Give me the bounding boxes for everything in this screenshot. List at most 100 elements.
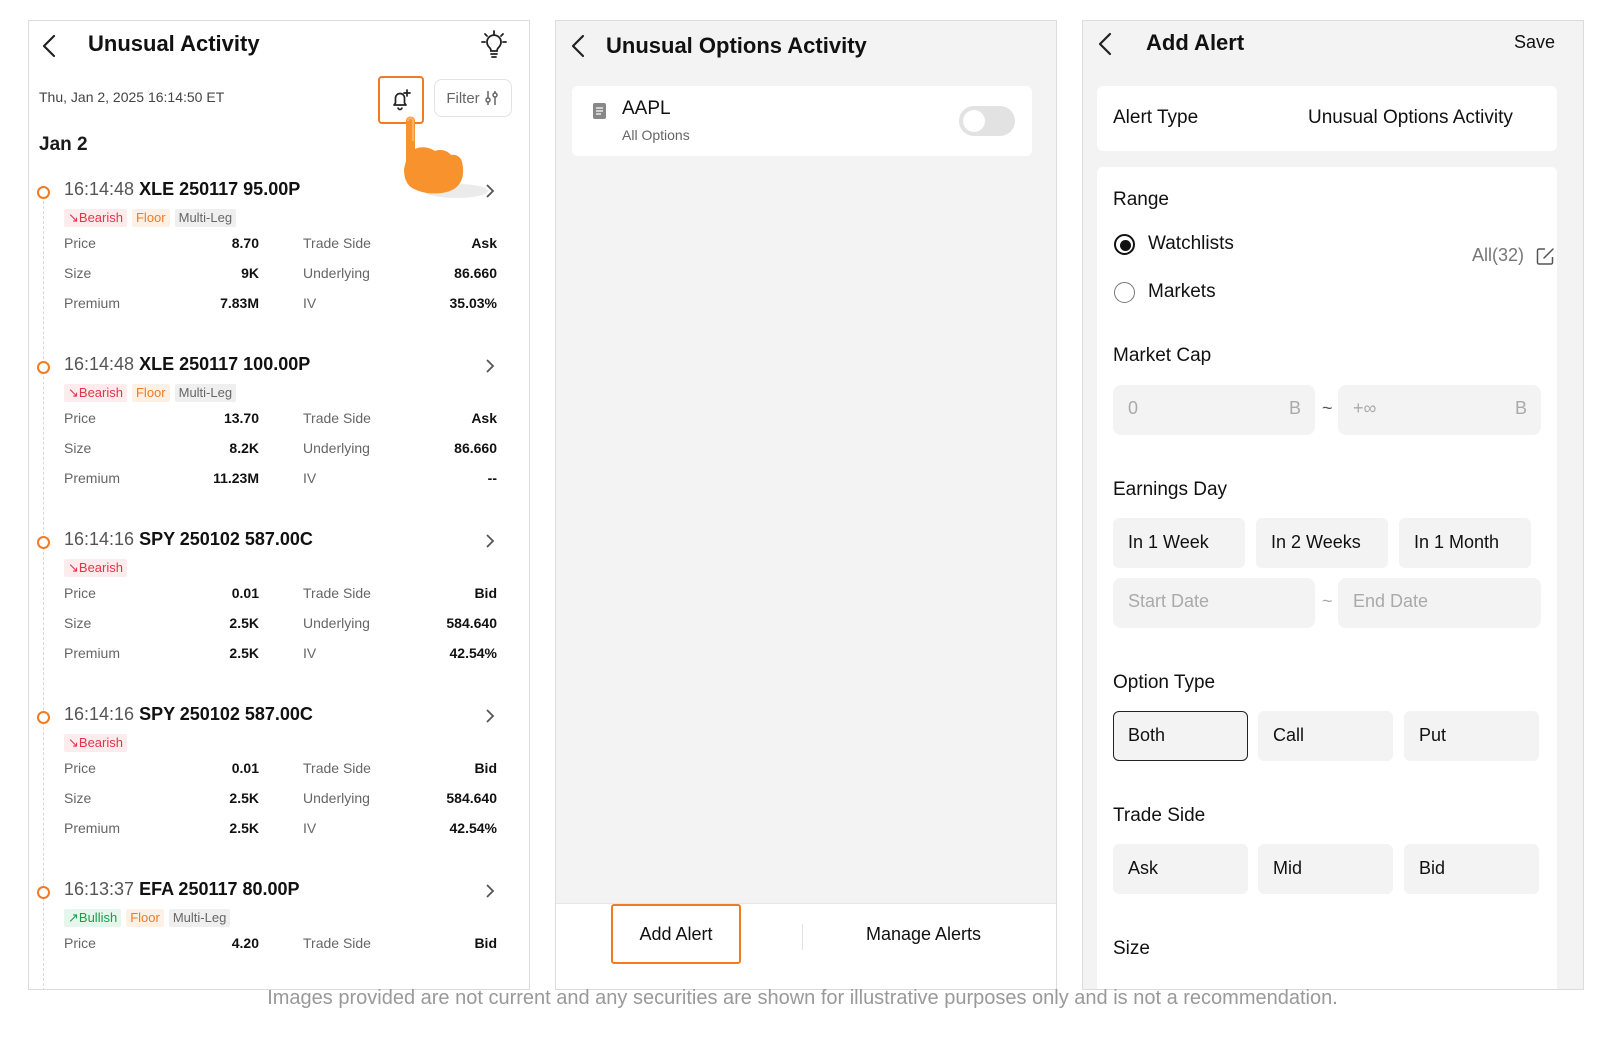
price-value: 4.20	[231, 935, 259, 951]
start-date-input[interactable]: Start Date	[1113, 578, 1315, 628]
watchlists-radio[interactable]	[1114, 234, 1135, 255]
trade-side-value: Ask	[471, 410, 497, 426]
end-date-input[interactable]: End Date	[1338, 578, 1541, 628]
alert-type-label: Alert Type	[1113, 107, 1199, 128]
underlying-value: 584.640	[446, 615, 497, 631]
activity-entry[interactable]: 16:13:37 EFA 250117 80.00P ↗Bullish Floo…	[29, 876, 529, 989]
bell-plus-icon	[393, 89, 411, 111]
price-value: 8.70	[231, 235, 259, 251]
entry-header: 16:13:37 EFA 250117 80.00P	[64, 879, 300, 899]
activity-entry[interactable]: 16:14:48 XLE 250117 95.00P ↘Bearish Floo…	[29, 176, 529, 346]
back-arrow-icon[interactable]	[39, 33, 61, 59]
header: Unusual Activity	[29, 21, 529, 71]
premium-value: 2.5K	[229, 820, 259, 836]
filter-label: Filter	[446, 89, 480, 107]
earnings-2-weeks-chip[interactable]: In 2 Weeks	[1256, 518, 1388, 568]
entry-header: 16:14:16 SPY 250102 587.00C	[64, 704, 313, 724]
chevron-right-icon[interactable]	[484, 182, 496, 200]
timeline-dot	[37, 536, 50, 549]
trade-side-label: Trade Side	[303, 410, 371, 426]
premium-value: 7.83M	[220, 295, 259, 311]
size-value: 8.2K	[229, 440, 259, 456]
price-label: Price	[64, 235, 96, 251]
trade-side-label: Trade Side	[303, 935, 371, 951]
chevron-right-icon[interactable]	[484, 357, 496, 375]
floor-tag: Floor	[131, 384, 170, 402]
size-label: Size	[64, 615, 92, 631]
manage-alerts-button[interactable]: Manage Alerts	[826, 904, 1021, 964]
earnings-day-label: Earnings Day	[1113, 479, 1228, 500]
underlying-value: 86.660	[454, 265, 497, 281]
entry-header: 16:14:48 XLE 250117 95.00P	[64, 179, 301, 199]
page-title: Add Alert	[1146, 30, 1245, 55]
watchlists-count[interactable]: All(32)	[1472, 245, 1524, 266]
size-label: Size	[64, 790, 92, 806]
back-arrow-icon[interactable]	[1095, 31, 1117, 57]
chevron-right-icon[interactable]	[484, 532, 496, 550]
page-title: Unusual Activity	[88, 31, 260, 56]
option-type-put-chip[interactable]: Put	[1404, 711, 1539, 761]
trade-side-ask-chip[interactable]: Ask	[1113, 844, 1248, 894]
trade-side-label: Trade Side	[303, 585, 371, 601]
iv-label: IV	[303, 470, 317, 486]
range-separator: ~	[1322, 398, 1333, 418]
activity-entry[interactable]: 16:14:16 SPY 250102 587.00C ↘Bearish Pri…	[29, 526, 529, 696]
filter-button[interactable]: Filter	[434, 79, 512, 117]
alert-type-row[interactable]: Alert Type Unusual Options Activity	[1097, 86, 1557, 151]
lightbulb-icon[interactable]	[478, 29, 510, 61]
market-cap-min-input[interactable]: 0 B	[1113, 385, 1315, 435]
premium-label: Premium	[64, 820, 121, 836]
alert-type-value: Unusual Options Activity	[1308, 107, 1513, 128]
size-label: Size	[1113, 938, 1150, 959]
trade-side-label: Trade Side	[303, 235, 371, 251]
earnings-1-week-chip[interactable]: In 1 Week	[1113, 518, 1245, 568]
iv-value: 42.54%	[449, 645, 497, 661]
chevron-right-icon[interactable]	[484, 882, 496, 900]
add-alert-button[interactable]: Add Alert	[611, 904, 741, 964]
size-value: 9K	[241, 265, 259, 281]
activity-entry[interactable]: 16:14:16 SPY 250102 587.00C ↘Bearish Pri…	[29, 701, 529, 871]
market-cap-max-input[interactable]: +∞ B	[1338, 385, 1541, 435]
divider	[802, 924, 803, 950]
back-arrow-icon[interactable]	[568, 33, 590, 59]
bullish-tag: ↗Bullish	[64, 909, 122, 927]
trade-side-bid-chip[interactable]: Bid	[1404, 844, 1539, 894]
tag-group: ↘Bearish	[64, 559, 127, 577]
timeline-dot	[37, 711, 50, 724]
entry-header: 16:14:48 XLE 250117 100.00P	[64, 354, 311, 374]
price-value: 13.70	[223, 410, 259, 426]
premium-value: 2.5K	[229, 645, 259, 661]
sliders-icon	[484, 91, 498, 105]
alert-toggle[interactable]	[959, 106, 1015, 136]
alert-list-item[interactable]: AAPL All Options	[572, 86, 1032, 156]
underlying-label: Underlying	[303, 615, 370, 631]
option-type-call-chip[interactable]: Call	[1258, 711, 1393, 761]
save-button[interactable]: Save	[1514, 32, 1555, 53]
earnings-1-month-chip[interactable]: In 1 Month	[1399, 518, 1531, 568]
alert-settings-card: Range Watchlists All(32) Markets Market …	[1097, 167, 1557, 989]
trade-side-label: Trade Side	[1113, 805, 1206, 826]
premium-label: Premium	[64, 645, 121, 661]
watchlists-label: Watchlists	[1148, 233, 1234, 254]
activity-entry[interactable]: 16:14:48 XLE 250117 100.00P ↘Bearish Flo…	[29, 351, 529, 521]
header: Unusual Options Activity	[556, 21, 1056, 71]
multi-leg-tag: Multi-Leg	[174, 209, 237, 227]
price-value: 0.01	[231, 760, 259, 776]
edit-icon[interactable]	[1536, 247, 1555, 266]
price-label: Price	[64, 410, 96, 426]
chevron-right-icon[interactable]	[484, 707, 496, 725]
underlying-value: 584.640	[446, 790, 497, 806]
document-icon	[593, 103, 606, 119]
markets-radio[interactable]	[1114, 282, 1135, 303]
timestamp: Thu, Jan 2, 2025 16:14:50 ET	[39, 89, 225, 105]
trade-side-mid-chip[interactable]: Mid	[1258, 844, 1393, 894]
option-type-both-chip[interactable]: Both	[1113, 711, 1248, 761]
entry-header: 16:14:16 SPY 250102 587.00C	[64, 529, 313, 549]
range-label: Range	[1113, 189, 1169, 210]
add-alert-screen: Add Alert Save Alert Type Unusual Option…	[1082, 20, 1584, 990]
trade-side-value: Bid	[474, 585, 497, 601]
bottom-action-bar: Add Alert Manage Alerts	[556, 903, 1056, 989]
disclaimer-text: Images provided are not current and any …	[267, 987, 1338, 1009]
floor-tag: Floor	[131, 209, 170, 227]
header: Add Alert Save	[1083, 21, 1583, 71]
